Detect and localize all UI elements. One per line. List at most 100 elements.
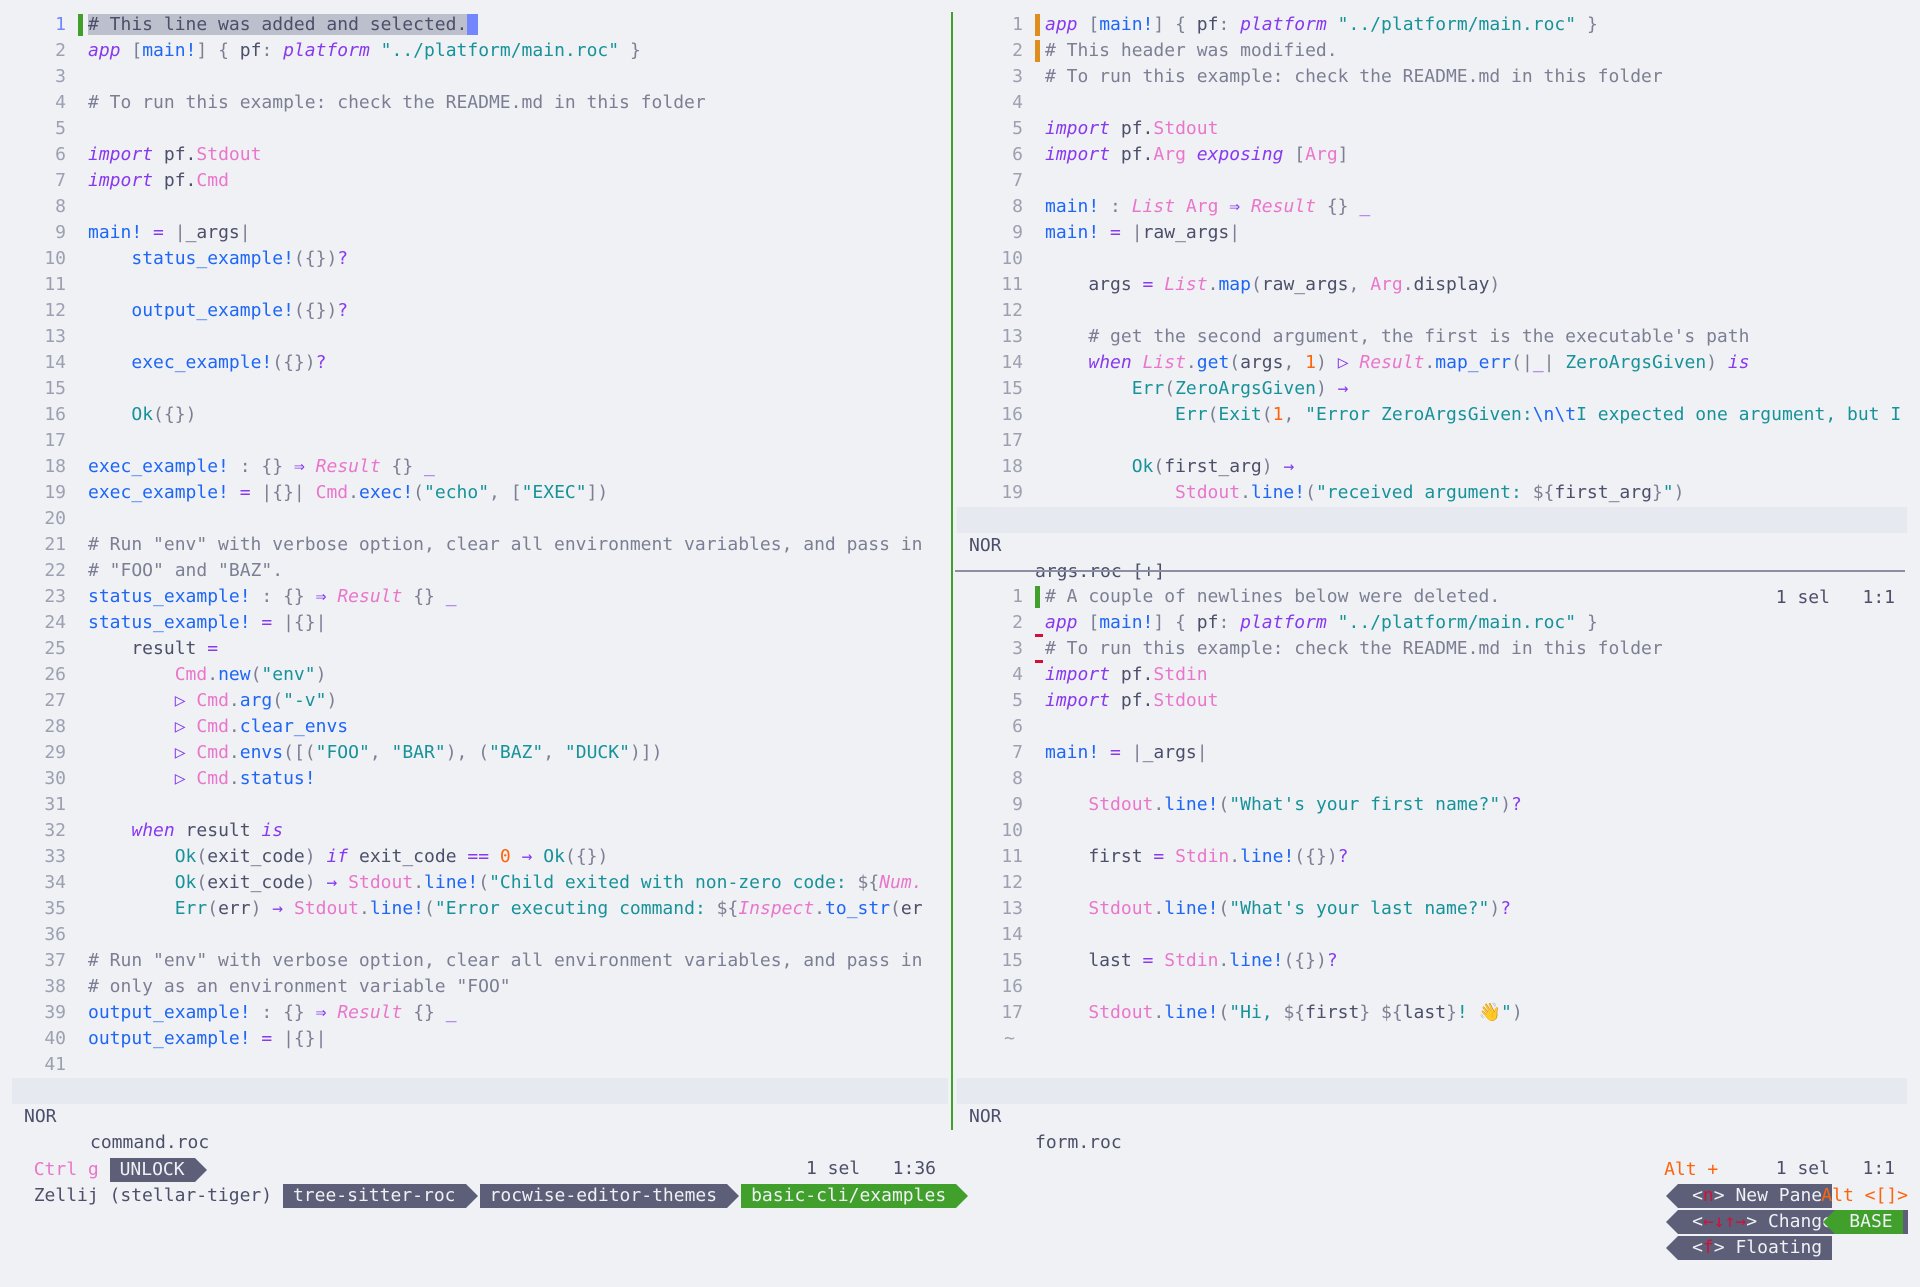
code-line[interactable]: 11 [0,272,948,298]
code-line[interactable]: 34 Ok(exit_code) → Stdout.line!("Child e… [0,870,948,896]
code-line[interactable]: 15 [0,376,948,402]
code-line[interactable]: 5 import pf.Stdout [957,688,1907,714]
code-line[interactable]: 27 ▷ Cmd.arg("-v") [0,688,948,714]
code-line[interactable]: 6 import pf.Arg exposing [Arg] [957,142,1907,168]
code-line[interactable]: 29 ▷ Cmd.envs([("FOO", "BAR"), ("BAZ", "… [0,740,948,766]
line-number: 29 [44,742,66,763]
code-line[interactable]: 9 Stdout.line!("What's your first name?"… [957,792,1907,818]
code-line[interactable]: 9 main! = |_args| [0,220,948,246]
code-line[interactable]: 19 Stdout.line!("received argument: ${fi… [957,480,1907,506]
code-area[interactable]: 1 app [main!] { pf: platform "../platform… [957,12,1907,506]
code-line[interactable]: 32 when result is [0,818,948,844]
code-line[interactable]: 22 # "FOO" and "BAZ". [0,558,948,584]
code-line[interactable]: 39 output_example! : {} ⇒ Result {} _ [0,1000,948,1026]
code-line[interactable]: 3 # To run this example: check the README… [957,64,1907,90]
code-line[interactable]: 11 args = List.map(raw_args, Arg.display… [957,272,1907,298]
code-line[interactable]: 2 app [main!] { pf: platform "../platform… [0,38,948,64]
code-line[interactable]: 7 main! = |_args| [957,740,1907,766]
code-line[interactable]: 8 [0,194,948,220]
code-line[interactable]: 21 # Run "env" with verbose option, clear… [0,532,948,558]
code-line[interactable]: 16 [957,974,1907,1000]
code-area[interactable]: 1 # This line was added and selected. 2 ap… [0,12,948,1074]
code-line[interactable]: 5 [0,116,948,142]
code-line[interactable]: 8 main! : List Arg ⇒ Result {} _ [957,194,1907,220]
code-area[interactable]: 1 # A couple of newlines below were delet… [957,584,1907,1052]
code-line[interactable]: 12 output_example!({})? [0,298,948,324]
code-line[interactable]: 8 [957,766,1907,792]
line-text: app [main!] { pf: platform "../platform/… [88,40,641,61]
code-line[interactable]: 28 ▷ Cmd.clear_envs [0,714,948,740]
code-line[interactable]: 15 Err(ZeroArgsGiven) → [957,376,1907,402]
editor-pane-command[interactable]: 1 # This line was added and selected. 2 ap… [0,12,948,1074]
line-number: 13 [1001,898,1023,919]
code-line[interactable]: 2 app [main!] { pf: platform "../platform… [957,610,1907,637]
code-line[interactable]: 19 exec_example! = |{}| Cmd.exec!("echo",… [0,480,948,506]
code-line[interactable]: 3 [0,64,948,90]
line-number: 17 [1001,430,1023,451]
vertical-pane-divider[interactable] [951,12,953,1130]
code-line[interactable]: 3 # To run this example: check the README… [957,636,1907,663]
line-text: when result is [131,820,284,841]
code-line[interactable]: 17 Stdout.line!("Hi, ${first} ${last}! 👋… [957,1000,1907,1026]
code-line[interactable]: 24 status_example! = |{}| [0,610,948,636]
code-line[interactable]: 1 # This line was added and selected. [0,12,948,38]
code-line[interactable]: 4 [957,90,1907,116]
line-text: output_example! = |{}| [88,1028,327,1049]
code-line[interactable]: 18 exec_example! : {} ⇒ Result {} _ [0,454,948,480]
line-text: status_example! = |{}| [88,612,327,633]
code-line[interactable]: 6 import pf.Stdout [0,142,948,168]
code-line[interactable]: 25 result = [0,636,948,662]
code-line[interactable]: 10 [957,818,1907,844]
code-line[interactable]: 7 [957,168,1907,194]
code-line[interactable]: 36 [0,922,948,948]
line-number: 2 [1012,40,1023,61]
code-line[interactable]: 2 # This header was modified. [957,38,1907,64]
code-line[interactable]: 4 import pf.Stdin [957,662,1907,688]
code-line[interactable]: 10 status_example!({})? [0,246,948,272]
code-line[interactable]: 40 output_example! = |{}| [0,1026,948,1052]
code-line[interactable]: 1 app [main!] { pf: platform "../platform… [957,12,1907,38]
code-line[interactable]: 16 Ok({}) [0,402,948,428]
tab-tree-sitter-roc[interactable]: tree-sitter-roc [282,1184,478,1208]
code-line[interactable]: 14 when List.get(args, 1) ▷ Result.map_e… [957,350,1907,376]
horizontal-pane-divider[interactable] [955,570,1905,572]
code-line[interactable]: 13 # get the second argument, the first … [957,324,1907,350]
code-line[interactable]: 16 Err(Exit(1, "Error ZeroArgsGiven:\n\t… [957,402,1907,428]
code-line[interactable]: 18 Ok(first_arg) → [957,454,1907,480]
code-line[interactable]: 33 Ok(exit_code) if exit_code == 0 → Ok(… [0,844,948,870]
code-line[interactable]: 13 Stdout.line!("What's your last name?"… [957,896,1907,922]
code-line[interactable]: 1 # A couple of newlines below were delet… [957,584,1907,610]
code-line[interactable]: 6 [957,714,1907,740]
code-line[interactable]: 20 [0,506,948,532]
code-line[interactable]: 11 first = Stdin.line!({})? [957,844,1907,870]
code-line[interactable]: 13 [0,324,948,350]
code-line[interactable]: 12 [957,298,1907,324]
tab-basic-cli-examples[interactable]: basic-cli/examples [741,1184,969,1208]
line-text: output_example! : {} ⇒ Result {} _ [88,1002,457,1023]
editor-pane-form[interactable]: 1 # A couple of newlines below were delet… [957,584,1907,1074]
code-line[interactable]: 12 [957,870,1907,896]
code-line[interactable]: 26 Cmd.new("env") [0,662,948,688]
line-text: ▷ Cmd.status! [174,768,316,789]
code-line[interactable]: 17 [957,428,1907,454]
code-line[interactable]: 30 ▷ Cmd.status! [0,766,948,792]
code-line[interactable]: 35 Err(err) → Stdout.line!("Error execut… [0,896,948,922]
code-line[interactable]: 4 # To run this example: check the README… [0,90,948,116]
code-line[interactable]: 38 # only as an environment variable "FOO… [0,974,948,1000]
line-number: 22 [44,560,66,581]
tab-rocwise-editor-themes[interactable]: rocwise-editor-themes [479,1184,739,1208]
code-line[interactable]: 15 last = Stdin.line!({})? [957,948,1907,974]
code-line[interactable]: 23 status_example! : {} ⇒ Result {} _ [0,584,948,610]
code-line[interactable]: 14 [957,922,1907,948]
code-line[interactable]: 17 [0,428,948,454]
line-number: 41 [44,1054,66,1074]
code-line[interactable]: 10 [957,246,1907,272]
editor-pane-args[interactable]: 1 app [main!] { pf: platform "../platform… [957,12,1907,506]
code-line[interactable]: 31 [0,792,948,818]
code-line[interactable]: 5 import pf.Stdout [957,116,1907,142]
code-line[interactable]: 41 [0,1052,948,1074]
code-line[interactable]: 7 import pf.Cmd [0,168,948,194]
code-line[interactable]: 37 # Run "env" with verbose option, clear… [0,948,948,974]
code-line[interactable]: 14 exec_example!({})? [0,350,948,376]
code-line[interactable]: 9 main! = |raw_args| [957,220,1907,246]
